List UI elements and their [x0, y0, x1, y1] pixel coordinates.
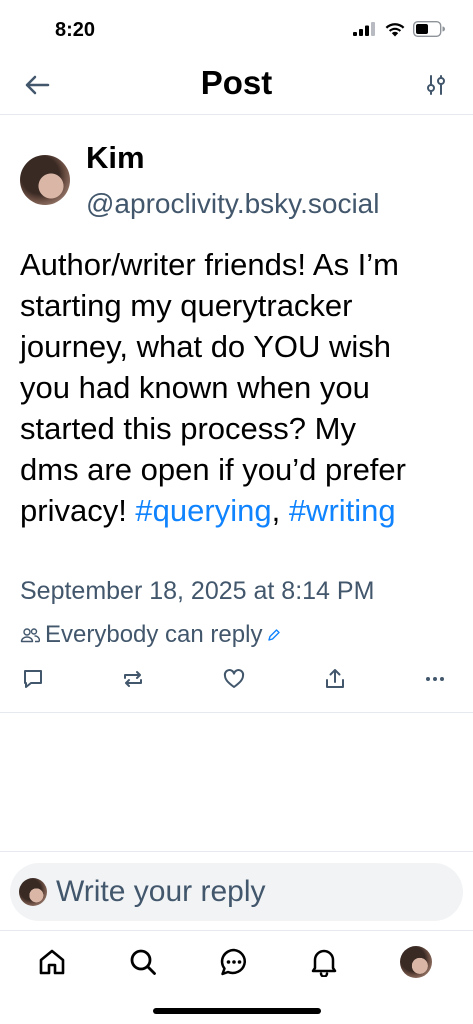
tab-search[interactable] — [125, 944, 161, 980]
post-text-line: privacy! #querying, #writing — [20, 490, 465, 531]
author-avatar[interactable] — [20, 155, 70, 205]
more-options-button[interactable] — [420, 664, 450, 694]
post-timestamp: September 18, 2025 at 8:14 PM — [20, 577, 375, 605]
author-display-name[interactable]: Kim — [86, 140, 145, 176]
signal-icon — [353, 22, 375, 36]
bell-icon — [311, 949, 337, 977]
search-icon — [130, 949, 156, 975]
status-bar: 8:20 — [0, 0, 473, 58]
like-button[interactable] — [219, 664, 249, 694]
header: Post — [0, 58, 473, 115]
post-text-separator: , — [271, 493, 289, 528]
reply-bar: Write your reply — [0, 851, 473, 931]
tab-chat[interactable] — [216, 944, 252, 980]
reply-placeholder: Write your reply — [56, 875, 266, 908]
repost-icon — [124, 671, 142, 687]
reply-input[interactable]: Write your reply — [10, 863, 463, 921]
sliders-icon — [427, 75, 445, 95]
post-text-line: started this process? My — [20, 411, 356, 446]
battery-icon — [413, 21, 445, 37]
tab-profile[interactable] — [398, 944, 434, 980]
post-text-line: journey, what do YOU wish — [20, 329, 392, 364]
tab-home[interactable] — [34, 944, 70, 980]
page-title: Post — [200, 64, 273, 101]
home-icon — [39, 949, 65, 975]
tab-notifications[interactable] — [306, 944, 342, 980]
bottom-tab-bar — [0, 932, 473, 994]
reply-button[interactable] — [18, 664, 48, 694]
profile-avatar — [400, 946, 432, 978]
post-text-line: Author/writer friends! As I’m — [20, 247, 400, 282]
hashtag-link-querying[interactable]: #querying — [135, 493, 271, 528]
post-text-line: dms are open if you’d prefer — [20, 452, 406, 487]
more-horizontal-icon — [426, 677, 444, 681]
reply-setting[interactable]: Everybody can reply — [20, 621, 281, 649]
comment-icon — [24, 670, 42, 688]
post: Kim @aproclivity.bsky.social Author/writ… — [0, 116, 473, 713]
chat-icon — [220, 948, 246, 976]
share-button[interactable] — [320, 664, 350, 694]
hashtag-link-writing[interactable]: #writing — [289, 493, 396, 528]
post-text-line: you had known when you — [20, 370, 370, 405]
author-handle[interactable]: @aproclivity.bsky.social — [86, 188, 379, 220]
wifi-icon — [385, 23, 405, 37]
heart-icon — [223, 669, 245, 688]
post-text: Author/writer friends! As I’m starting m… — [20, 244, 465, 531]
post-text-line: starting my querytracker — [20, 288, 353, 323]
home-indicator — [153, 1008, 321, 1014]
reply-setting-label: Everybody can reply — [45, 621, 263, 648]
status-icons — [353, 21, 445, 37]
post-text-segment: privacy! — [20, 493, 136, 528]
thread-settings-button[interactable] — [421, 70, 451, 100]
repost-button[interactable] — [118, 664, 148, 694]
my-avatar — [19, 878, 47, 906]
share-icon — [326, 669, 344, 688]
pencil-icon — [268, 629, 281, 641]
people-icon — [20, 628, 40, 643]
post-actions — [0, 664, 473, 700]
status-time: 8:20 — [55, 19, 96, 41]
